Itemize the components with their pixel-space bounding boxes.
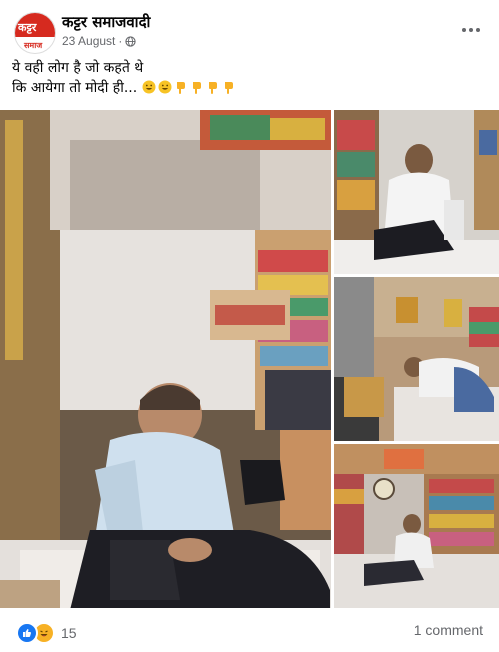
grinning-face-icon: [142, 80, 156, 94]
post-date-link[interactable]: 23 August: [62, 34, 115, 48]
avatar-logo-text: कट्टर: [18, 21, 37, 34]
photo-bottom-right[interactable]: [334, 444, 499, 608]
reactions-summary[interactable]: 15: [16, 622, 77, 644]
photo-top-right-image: [334, 110, 499, 274]
more-dot: [462, 28, 466, 32]
photo-main[interactable]: [0, 110, 331, 608]
pointing-down-icon: [176, 82, 185, 94]
photo-top-right[interactable]: [334, 110, 499, 274]
post-caption: ये वही लोग है जो कहते थे कि आयेगा तो मोद…: [12, 58, 482, 98]
more-dot: [469, 28, 473, 32]
like-icon: [16, 622, 38, 644]
globe-icon[interactable]: [125, 35, 137, 47]
more-dot: [476, 28, 480, 32]
avatar-sub-text: समाज: [24, 41, 43, 50]
post-meta: 23 August ·: [62, 34, 137, 48]
reaction-count: 15: [61, 625, 77, 641]
caption-line-2-text: कि आयेगा तो मोदी ही...: [12, 80, 138, 96]
more-options-button[interactable]: [457, 18, 485, 42]
post-header: कट्टर समाज कट्टर समाजवादी 23 August ·: [12, 10, 487, 54]
photo-bottom-right-image: [334, 444, 499, 608]
grinning-face-icon: [158, 80, 172, 94]
page-avatar[interactable]: कट्टर समाज: [14, 12, 56, 54]
pointing-down-icon: [192, 82, 201, 94]
meta-separator: ·: [118, 34, 123, 48]
photo-mid-right-image: [334, 277, 499, 441]
photo-mid-right[interactable]: [334, 277, 499, 441]
post-footer: 15 1 comment: [12, 614, 487, 646]
page-name-link[interactable]: कट्टर समाजवादी: [62, 12, 150, 32]
photo-main-image: [0, 110, 331, 608]
caption-line-2: कि आयेगा तो मोदी ही...: [12, 78, 482, 98]
facebook-post: कट्टर समाज कट्टर समाजवादी 23 August · ये…: [0, 0, 499, 652]
photo-grid: [0, 110, 499, 608]
comments-count-link[interactable]: 1 comment: [414, 622, 483, 638]
pointing-down-icon: [208, 82, 217, 94]
caption-line-1: ये वही लोग है जो कहते थे: [12, 60, 144, 76]
pointing-down-icon: [224, 82, 233, 94]
